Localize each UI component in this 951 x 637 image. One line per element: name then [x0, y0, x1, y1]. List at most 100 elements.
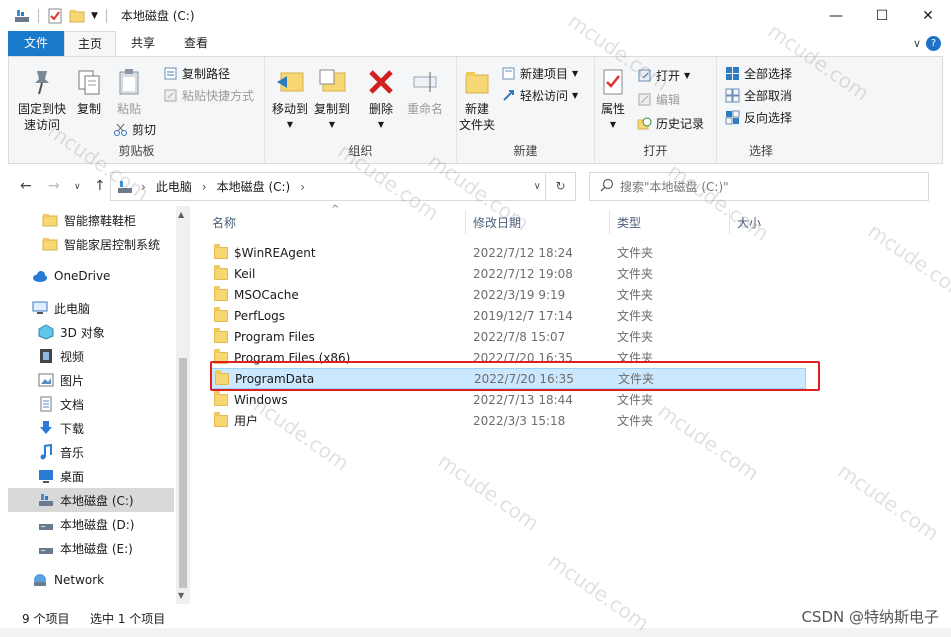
ribbon-collapse-icon[interactable]: ∨ — [913, 37, 921, 50]
nav-item-drive-e[interactable]: 本地磁盘 (E:) — [8, 536, 174, 560]
file-name: Program Files — [234, 329, 315, 344]
nav-item-label: 桌面 — [60, 469, 85, 484]
file-type: 文件夹 — [617, 309, 654, 323]
easy-access-button[interactable]: 轻松访问 ▼ — [501, 87, 578, 104]
nav-item-label: 本地磁盘 (E:) — [60, 541, 133, 556]
pin-quick-access-button[interactable]: 固定到快 速访问 — [13, 67, 71, 133]
refresh-icon[interactable]: ↻ — [545, 173, 575, 200]
select-none-button[interactable]: 全部取消 — [725, 87, 792, 104]
move-to-button[interactable]: 移动到 ▼ — [269, 67, 311, 133]
nav-item-desktop[interactable]: 桌面 — [8, 464, 174, 488]
file-date: 2022/7/13 18:44 — [473, 392, 573, 407]
new-folder-label-line2: 文件夹 — [458, 118, 495, 132]
nav-item-drive-c[interactable]: 本地磁盘 (C:) — [8, 488, 174, 512]
close-button[interactable]: ✕ — [905, 0, 951, 31]
table-row[interactable]: Windows 2022/7/13 18:44 文件夹 — [210, 389, 806, 410]
table-row[interactable]: 用户 2022/3/3 15:18 文件夹 — [210, 410, 806, 431]
breadcrumb-drive-c[interactable]: 本地磁盘 (C:) — [217, 178, 291, 195]
table-row[interactable]: MSOCache 2022/3/19 9:19 文件夹 — [210, 284, 806, 305]
cut-button[interactable]: 剪切 — [113, 121, 156, 138]
tab-file[interactable]: 文件 — [8, 31, 64, 56]
rename-button[interactable]: 重命名 — [403, 67, 447, 117]
address-bar[interactable]: › 此电脑 › 本地磁盘 (C:) › ∨ ↻ — [110, 172, 576, 201]
folder-icon — [214, 411, 228, 427]
table-row[interactable]: $WinREAgent 2022/7/12 18:24 文件夹 — [210, 242, 806, 263]
title-bar: ▼ 本地磁盘 (C:) — ☐ ✕ — [0, 0, 951, 31]
new-folder-icon[interactable] — [69, 8, 85, 24]
copy-button[interactable]: 复制 — [71, 67, 107, 117]
file-name: 用户 — [234, 414, 259, 428]
paste-shortcut-button[interactable]: 粘贴快捷方式 — [163, 87, 254, 104]
open-button[interactable]: 打开 ▼ — [637, 67, 690, 84]
nav-item-label: 音乐 — [60, 445, 85, 460]
column-divider[interactable] — [729, 210, 730, 234]
minimize-button[interactable]: — — [813, 0, 859, 31]
cloud-icon — [32, 268, 48, 284]
column-divider[interactable] — [609, 210, 610, 234]
nav-item-pictures[interactable]: 图片 — [8, 368, 174, 392]
nav-item-network[interactable]: Network — [8, 568, 174, 592]
nav-item-3d-objects[interactable]: 3D 对象 — [8, 320, 174, 344]
file-name: $WinREAgent — [234, 245, 316, 260]
table-row[interactable]: Keil 2022/7/12 19:08 文件夹 — [210, 263, 806, 284]
pin-label-line1: 固定到快 — [17, 102, 66, 116]
properties-button[interactable]: 属性 ▼ — [595, 67, 631, 133]
select-all-label: 全部选择 — [744, 67, 793, 81]
nav-item-music[interactable]: 音乐 — [8, 440, 174, 464]
chevron-down-icon[interactable]: ▼ — [91, 11, 98, 21]
new-folder-button[interactable]: 新建 文件夹 — [457, 67, 497, 133]
up-arrow-icon[interactable]: ↑ — [94, 178, 106, 194]
column-header-type[interactable]: 类型 — [617, 214, 641, 231]
column-divider[interactable] — [465, 210, 466, 234]
history-button[interactable]: 历史记录 — [637, 115, 704, 132]
tab-view[interactable]: 查看 — [170, 31, 222, 56]
nav-item-videos[interactable]: 视频 — [8, 344, 174, 368]
folder-icon — [42, 236, 58, 252]
nav-item-onedrive[interactable]: OneDrive — [8, 264, 174, 288]
nav-item-label: 图片 — [60, 373, 85, 388]
edit-button[interactable]: 编辑 — [637, 91, 680, 108]
file-date: 2019/12/7 17:14 — [473, 308, 573, 323]
pin-icon — [27, 67, 57, 97]
search-input[interactable]: 搜索"本地磁盘 (C:)" — [589, 172, 929, 201]
scroll-thumb[interactable] — [179, 358, 187, 588]
select-all-button[interactable]: 全部选择 — [725, 65, 792, 82]
nav-item-downloads[interactable]: 下载 — [8, 416, 174, 440]
back-arrow-icon[interactable]: ← — [20, 178, 32, 194]
recent-locations-chevron-icon[interactable]: ∨ — [74, 182, 81, 192]
new-item-button[interactable]: 新建项目 ▼ — [501, 65, 578, 82]
tab-share[interactable]: 共享 — [118, 31, 168, 56]
tab-home[interactable]: 主页 — [64, 31, 116, 56]
delete-button[interactable]: 删除 ▼ — [363, 67, 399, 133]
table-row[interactable]: PerfLogs 2019/12/7 17:14 文件夹 — [210, 305, 806, 326]
nav-item-smart-shoe-cabinet[interactable]: 智能擦鞋鞋柜 — [8, 208, 174, 232]
table-row[interactable]: Program Files 2022/7/8 15:07 文件夹 — [210, 326, 806, 347]
breadcrumb-this-pc[interactable]: 此电脑 — [156, 178, 192, 195]
column-header-name[interactable]: 名称 — [212, 214, 236, 231]
drive-icon — [14, 8, 30, 24]
select-group: 全部选择 全部取消 反向选择 选择 — [717, 57, 805, 163]
help-icon[interactable]: ? — [926, 36, 941, 51]
invert-selection-button[interactable]: 反向选择 — [725, 109, 792, 126]
copy-path-button[interactable]: 复制路径 — [163, 65, 230, 82]
column-header-date[interactable]: 修改日期 — [473, 214, 521, 231]
copy-to-button[interactable]: 复制到 ▼ — [311, 67, 353, 133]
chevron-down-icon: ▼ — [572, 91, 579, 100]
nav-scrollbar[interactable]: ▲ ▼ — [176, 206, 190, 604]
scroll-down-arrow-icon[interactable]: ▼ — [178, 591, 184, 600]
maximize-button[interactable]: ☐ — [859, 0, 905, 31]
forward-arrow-icon[interactable]: → — [48, 178, 60, 194]
window-controls: — ☐ ✕ — [813, 0, 951, 31]
chevron-down-icon: ▼ — [328, 120, 336, 129]
address-dropdown-icon[interactable]: ∨ — [534, 181, 541, 192]
column-header-size[interactable]: 大小 — [737, 214, 761, 231]
nav-item-smart-home[interactable]: 智能家居控制系统 — [8, 232, 174, 256]
nav-item-documents[interactable]: 文档 — [8, 392, 174, 416]
select-all-icon — [725, 66, 740, 81]
paste-button[interactable]: 粘贴 — [111, 67, 147, 117]
nav-item-drive-d[interactable]: 本地磁盘 (D:) — [8, 512, 174, 536]
properties-check-icon[interactable] — [47, 8, 63, 24]
nav-item-this-pc[interactable]: 此电脑 — [8, 296, 174, 320]
scroll-up-arrow-icon[interactable]: ▲ — [178, 210, 184, 219]
file-name: Keil — [234, 266, 256, 281]
